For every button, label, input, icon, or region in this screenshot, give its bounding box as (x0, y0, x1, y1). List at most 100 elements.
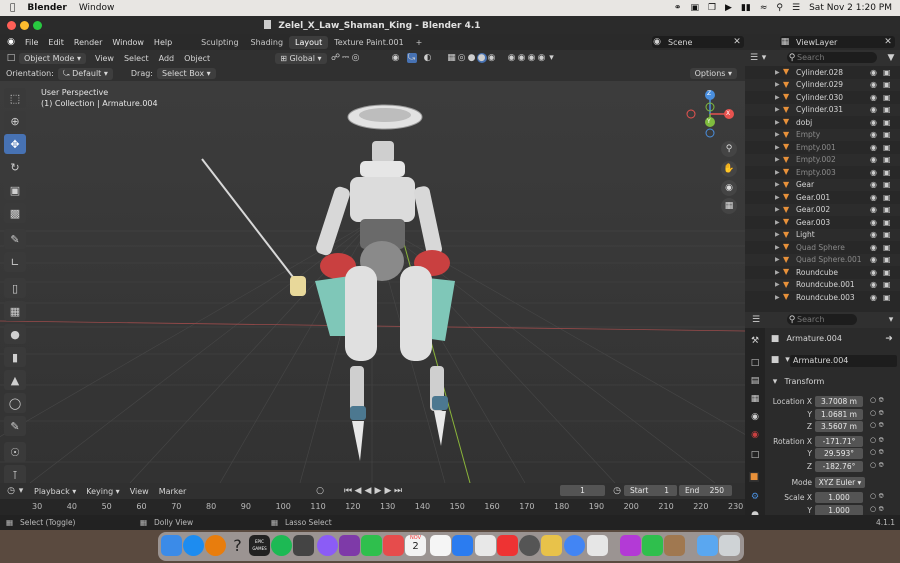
outliner-row[interactable]: ▶ ▼ Empty.002 ◉ ▣ (745, 153, 900, 166)
add-armature-tool-icon[interactable]: ☉ (4, 442, 26, 462)
current-frame-field[interactable]: 1 (560, 485, 605, 496)
downloads-folder-dock-icon[interactable] (697, 535, 718, 556)
collection-tab-icon[interactable]: □ (750, 450, 760, 460)
jump-end-icon[interactable]: ⏭ (393, 486, 403, 496)
visibility-eye-icon[interactable]: ◉ (870, 218, 877, 227)
play-icon[interactable]: ▶ (725, 3, 732, 13)
close-icon[interactable]: ✕ (732, 37, 742, 47)
render-camera-icon[interactable]: ▣ (883, 268, 891, 277)
render-camera-icon[interactable]: ▣ (883, 205, 891, 214)
outliner-row[interactable]: ▶ ▼ Cylinder.028 ◉ ▣ (745, 66, 900, 79)
tab-shading[interactable]: Shading (245, 36, 290, 49)
start-frame-field[interactable]: Start 1 (624, 485, 677, 496)
menu-window[interactable]: Window (79, 3, 115, 13)
lock-icon[interactable]: ○ ⎊ (870, 421, 884, 430)
add-workspace-button[interactable]: + (410, 36, 429, 49)
render-camera-icon[interactable]: ▣ (883, 80, 891, 89)
messenger-dock-icon[interactable] (317, 535, 338, 556)
overlays-icon[interactable]: ◐ (423, 53, 433, 63)
menu-window[interactable]: Window (107, 38, 149, 47)
proportional-edit-icon[interactable]: ◎ (351, 53, 361, 63)
location-z-field[interactable]: 3.5607 m (815, 421, 863, 432)
outliner-row[interactable]: ▶ ▼ Empty ◉ ▣ (745, 128, 900, 141)
tab-layout[interactable]: Layout (289, 35, 329, 49)
world-tab-icon[interactable]: ◉ (750, 430, 760, 440)
outliner-row[interactable]: ▶ ▼ Gear.002 ◉ ▣ (745, 203, 900, 216)
pan-view-icon[interactable]: ✋ (721, 161, 737, 177)
visibility-eye-icon[interactable]: ◉ (870, 93, 877, 102)
render-camera-icon[interactable]: ▣ (883, 243, 891, 252)
display-settings-icon[interactable]: ◉ (537, 53, 547, 63)
editor-type-icon[interactable]: □ (6, 53, 16, 63)
menu-select[interactable]: Select (124, 54, 149, 63)
visibility-eye-icon[interactable]: ◉ (870, 293, 877, 302)
editor-type-icon[interactable]: ◷ (6, 486, 16, 496)
camera-view-toggle-icon[interactable]: ◉ (721, 180, 737, 196)
visibility-eye-icon[interactable]: ◉ (870, 193, 877, 202)
visibility-eye-icon[interactable]: ◉ (870, 130, 877, 139)
epic-games-dock-icon[interactable]: EPIC GAMES (249, 535, 270, 556)
annotate-tool-icon[interactable]: ✎ (4, 229, 26, 249)
rotation-mode-dropdown[interactable]: XYZ Euler ▾ (815, 477, 865, 488)
visibility-eye-icon[interactable]: ◉ (870, 230, 877, 239)
visibility-eye-icon[interactable]: ◉ (870, 268, 877, 277)
jump-start-icon[interactable]: ⏮ (343, 486, 353, 496)
rotation-y-field[interactable]: 29.593° (815, 448, 863, 459)
visibility-eye-icon[interactable]: ◉ (870, 68, 877, 77)
add-torus-tool-icon[interactable]: ◯ (4, 393, 26, 413)
screens-icon[interactable]: ❐ (708, 3, 716, 13)
editor-type-icon[interactable]: ☰ (751, 315, 761, 325)
expand-arrow-icon[interactable]: ▶ (775, 244, 780, 251)
drag-dropdown[interactable]: Select Box ▾ (157, 68, 216, 79)
location-x-field[interactable]: 3.7008 m (815, 396, 863, 407)
snap-icon[interactable]: ⎓ (341, 53, 351, 63)
system-settings-dock-icon[interactable] (519, 535, 540, 556)
outliner-row[interactable]: ▶ ▼ Gear.003 ◉ ▣ (745, 216, 900, 229)
lock-icon[interactable]: ○ ⎊ (870, 436, 884, 445)
visibility-eye-icon[interactable]: ◉ (870, 143, 877, 152)
options-dropdown[interactable]: Options ▾ (689, 68, 737, 79)
object-tab-icon[interactable]: ■ (749, 472, 759, 482)
visibility-eye-icon[interactable]: ◉ (870, 255, 877, 264)
show-gizmo-icon[interactable]: ◉ (507, 53, 517, 63)
render-camera-icon[interactable]: ▣ (883, 168, 891, 177)
add-grease-pencil-tool-icon[interactable]: ✎ (4, 416, 26, 436)
expand-arrow-icon[interactable]: ▶ (775, 256, 780, 263)
render-camera-icon[interactable]: ▣ (883, 218, 891, 227)
roblox-dock-icon[interactable] (587, 535, 608, 556)
lock-icon[interactable]: ○ ⎊ (870, 409, 884, 418)
add-sphere-tool-icon[interactable]: ● (4, 324, 26, 344)
outliner-row[interactable]: ▶ ▼ Quad Sphere ◉ ▣ (745, 241, 900, 254)
orientation-dropdown[interactable]: ⤿ Default ▾ (57, 67, 113, 80)
lock-icon[interactable]: ○ ⎊ (870, 505, 884, 514)
render-camera-icon[interactable]: ▣ (883, 118, 891, 127)
close-window-button[interactable] (7, 21, 16, 30)
safari-dock-icon[interactable] (183, 535, 204, 556)
outliner-row[interactable]: ▶ ▼ Roundcube ◉ ▣ (745, 266, 900, 279)
lock-icon[interactable]: ○ ⎊ (870, 492, 884, 501)
messages-dock-icon[interactable] (361, 535, 382, 556)
preview-dock-icon[interactable] (475, 535, 496, 556)
view-layer-selector[interactable]: ▦ ViewLayer ✕ (780, 36, 895, 48)
render-camera-icon[interactable]: ▣ (883, 93, 891, 102)
datablock-name[interactable]: Armature.004 (790, 355, 897, 367)
menu-help[interactable]: Help (149, 38, 177, 47)
visibility-eye-icon[interactable]: ◉ (870, 280, 877, 289)
news-dock-icon[interactable] (497, 535, 518, 556)
expand-arrow-icon[interactable]: ▶ (775, 281, 780, 288)
close-icon[interactable]: ✕ (883, 37, 893, 47)
expand-arrow-icon[interactable]: ▶ (775, 106, 780, 113)
outliner-row[interactable]: ▶ ▼ Gear ◉ ▣ (745, 178, 900, 191)
scale-tool-icon[interactable]: ▣ (4, 180, 26, 200)
tab-texture-paint[interactable]: Texture Paint.001 (328, 36, 409, 49)
render-camera-icon[interactable]: ▣ (883, 105, 891, 114)
render-camera-icon[interactable]: ▣ (883, 155, 891, 164)
lock-icon[interactable]: ○ ⎊ (870, 461, 884, 470)
visibility-icon[interactable]: ◉ (391, 53, 401, 63)
trash-dock-icon[interactable] (719, 535, 740, 556)
transform-tool-icon[interactable]: ▩ (4, 203, 26, 223)
next-keyframe-icon[interactable]: ▶ (383, 486, 393, 496)
filter-icon[interactable]: ▼ (886, 53, 896, 63)
render-camera-icon[interactable]: ▣ (883, 230, 891, 239)
visibility-eye-icon[interactable]: ◉ (870, 105, 877, 114)
